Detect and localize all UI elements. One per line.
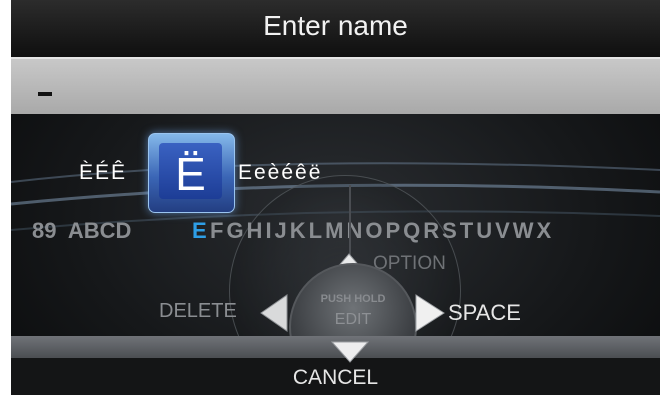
alphabet-before[interactable]: 89 ABCD: [32, 218, 131, 244]
text-cursor: [38, 92, 52, 96]
knob-edit-label: EDIT: [334, 311, 372, 328]
name-entry-screen: Enter name ÈÉÊ Ë Eeèéêë 89 ABCD E FGHIJK…: [11, 0, 660, 395]
selected-char-tile[interactable]: Ë: [148, 133, 235, 213]
left-arrow-icon[interactable]: [259, 293, 289, 333]
space-label[interactable]: SPACE: [448, 300, 521, 326]
name-input[interactable]: [11, 57, 660, 114]
delete-label[interactable]: DELETE: [159, 300, 237, 323]
alphabet-after[interactable]: FGHIJKLMNOPQRSTUVWX: [210, 218, 554, 244]
knob-push-hold-label: PUSH HOLD: [320, 293, 386, 305]
right-arrow-icon[interactable]: [414, 293, 446, 333]
down-arrow-icon[interactable]: [330, 340, 370, 364]
selected-char-tile-inner: Ë: [159, 143, 222, 200]
title-bar: Enter name: [11, 0, 660, 57]
variant-chars-left[interactable]: ÈÉÊ: [79, 161, 127, 185]
selected-char: Ë: [175, 148, 206, 200]
dial-pointer-line: [349, 185, 351, 257]
alphabet-highlight[interactable]: E: [192, 218, 207, 244]
page-title: Enter name: [263, 10, 408, 41]
cancel-label[interactable]: CANCEL: [11, 366, 660, 390]
